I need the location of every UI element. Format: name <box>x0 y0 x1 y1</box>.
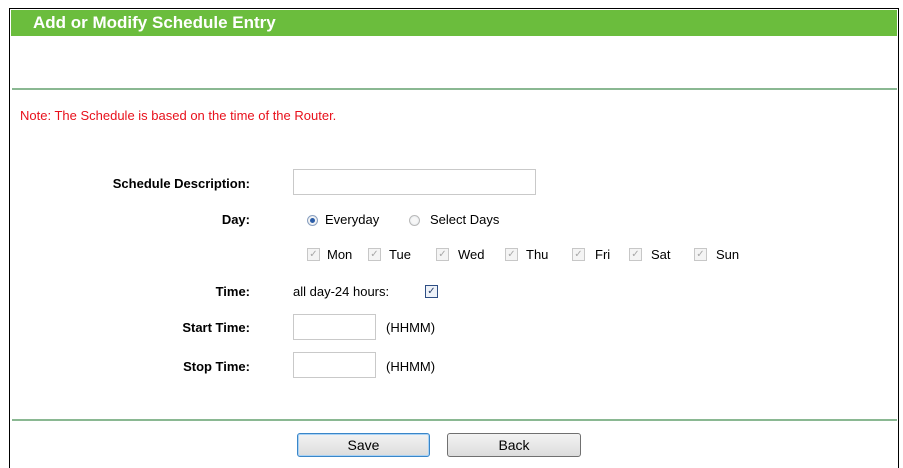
thu-checkbox[interactable]: ✓ <box>505 248 518 261</box>
sun-label: Sun <box>716 247 740 262</box>
divider-bottom <box>12 419 897 421</box>
wed-checkbox[interactable]: ✓ <box>436 248 449 261</box>
sat-label: Sat <box>651 247 671 262</box>
mon-label: Mon <box>327 247 353 262</box>
everyday-label: Everyday <box>325 212 380 227</box>
stop-time-input[interactable] <box>293 352 376 378</box>
start-time-input[interactable] <box>293 314 376 340</box>
tue-label: Tue <box>389 247 411 262</box>
schedule-description-input[interactable] <box>293 169 536 195</box>
sat-checkbox[interactable]: ✓ <box>629 248 642 261</box>
thu-label: Thu <box>526 247 549 262</box>
page-title: Add or Modify Schedule Entry <box>33 13 276 32</box>
stop-time-hint: (HHMM) <box>386 359 436 374</box>
select-days-label: Select Days <box>430 212 500 227</box>
divider-top <box>12 88 897 90</box>
start-time-label: Start Time: <box>182 320 250 335</box>
all-day-checkbox[interactable]: ✓ <box>425 285 438 298</box>
fri-checkbox[interactable]: ✓ <box>572 248 585 261</box>
everyday-radio[interactable] <box>307 215 318 226</box>
tue-checkbox[interactable]: ✓ <box>368 248 381 261</box>
title-bar: Add or Modify Schedule Entry <box>11 10 897 36</box>
mon-checkbox[interactable]: ✓ <box>307 248 320 261</box>
sun-checkbox[interactable]: ✓ <box>694 248 707 261</box>
select-days-radio[interactable] <box>409 215 420 226</box>
wed-label: Wed <box>458 247 485 262</box>
save-button[interactable]: Save <box>297 433 430 457</box>
stop-time-label: Stop Time: <box>183 359 250 374</box>
description-label: Schedule Description: <box>112 176 250 191</box>
back-button[interactable]: Back <box>447 433 581 457</box>
schedule-panel: Add or Modify Schedule Entry Note: The S… <box>9 8 899 468</box>
time-label: Time: <box>215 284 250 299</box>
day-label: Day: <box>221 212 250 227</box>
fri-label: Fri <box>595 247 611 262</box>
schedule-note: Note: The Schedule is based on the time … <box>20 108 337 123</box>
start-time-hint: (HHMM) <box>386 320 436 335</box>
all-day-label: all day-24 hours: <box>293 284 390 299</box>
